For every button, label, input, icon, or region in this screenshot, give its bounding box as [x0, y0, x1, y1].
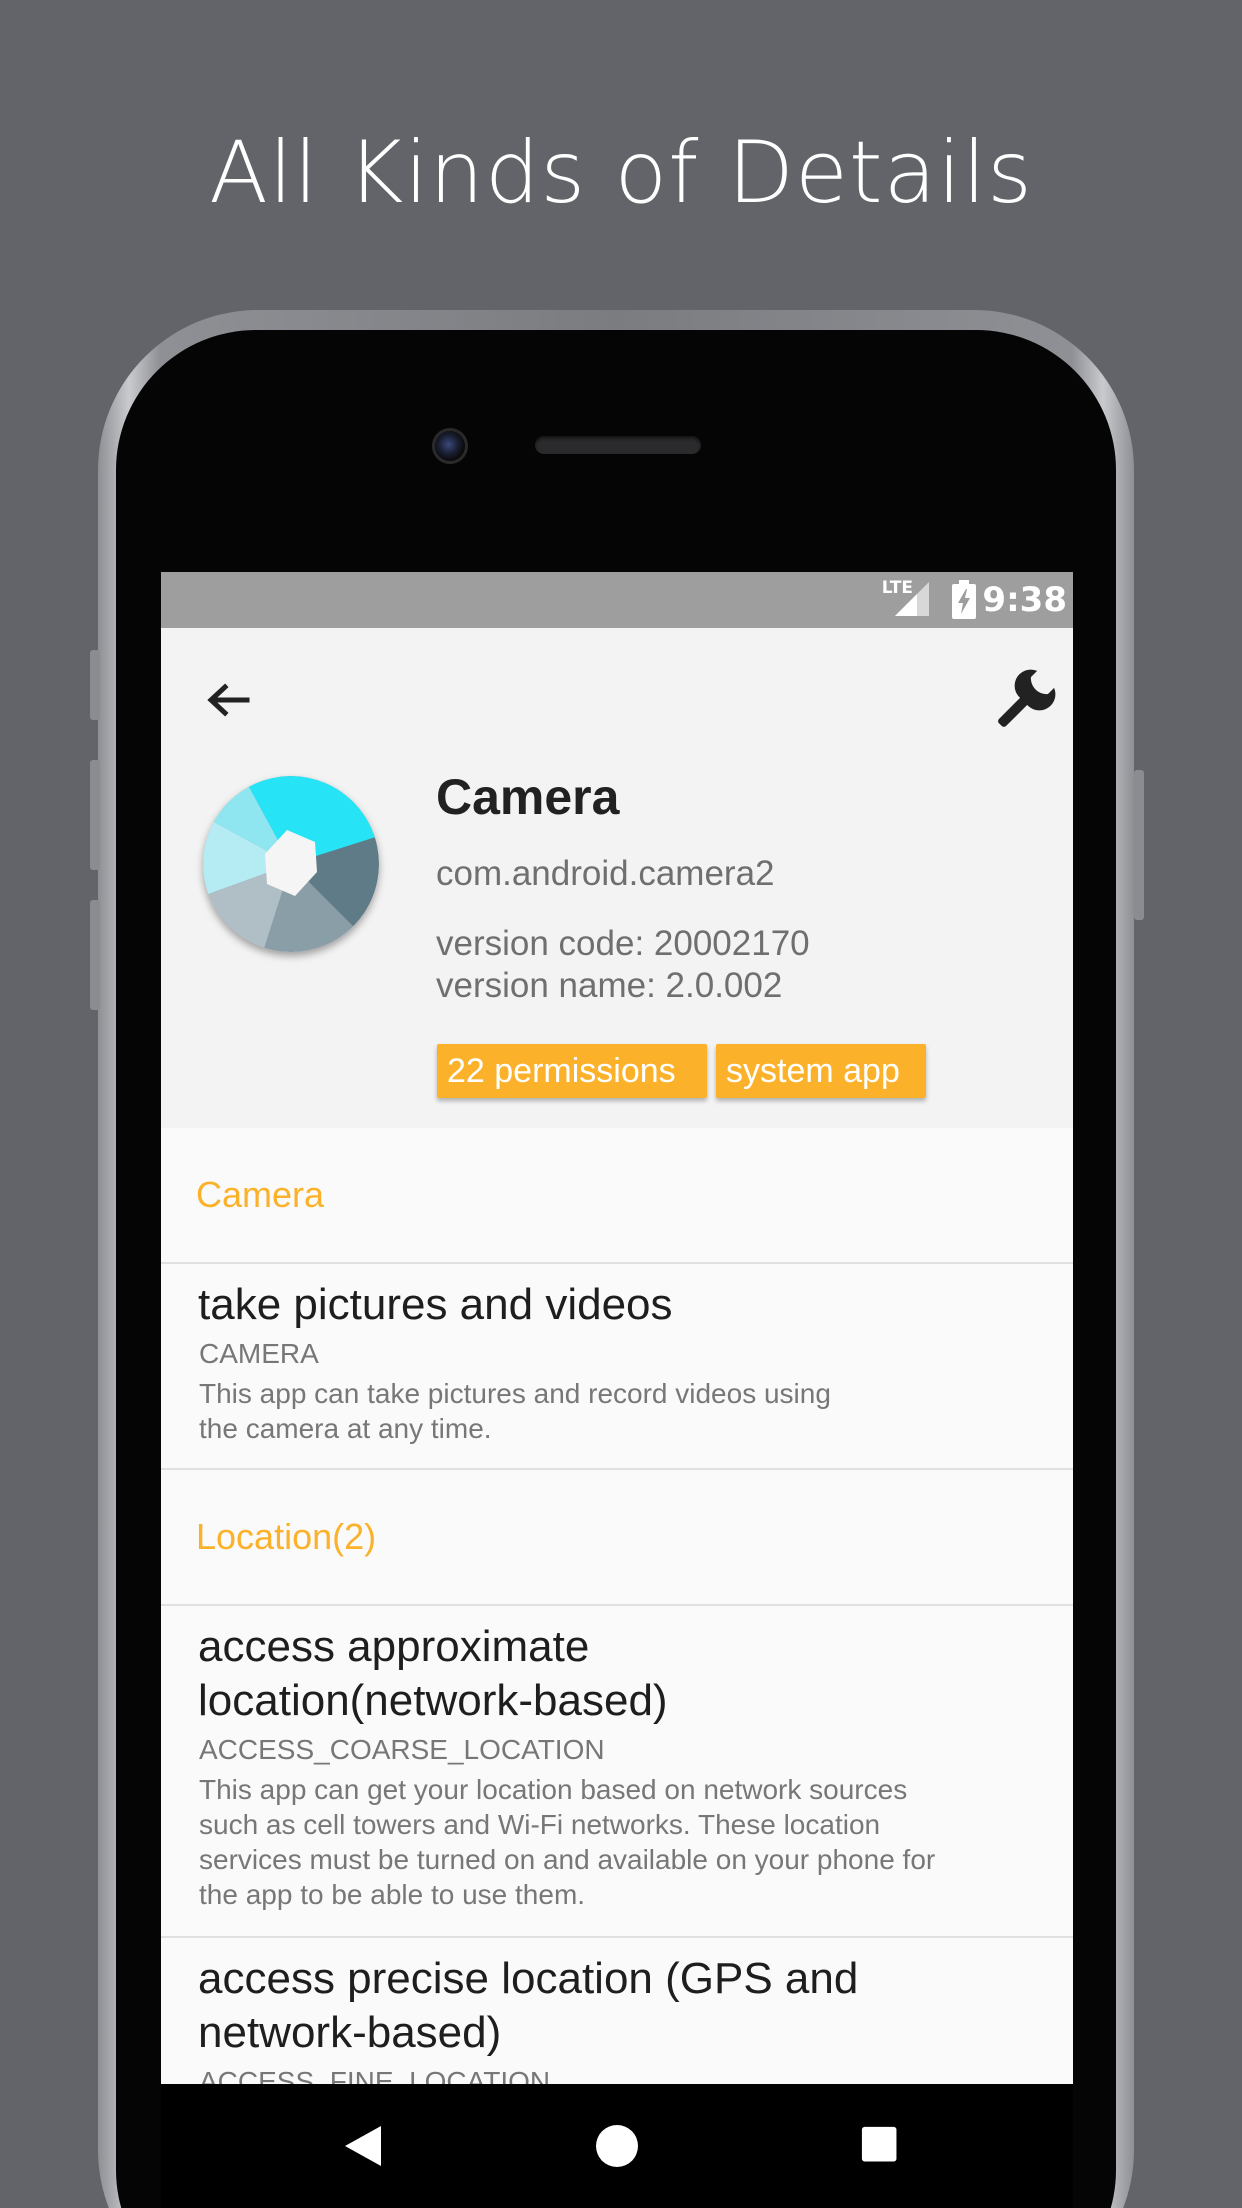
permission-title: access approximate location(network-base… [198, 1620, 1038, 1728]
description-line: the app to be able to use them. [199, 1879, 586, 1910]
phone-side-button [90, 900, 100, 1010]
version-name: version name: 2.0.002 [436, 966, 783, 1005]
app-name: Camera [436, 769, 620, 825]
permission-description: This app can get your location based on … [199, 1772, 935, 1912]
nav-recents-icon[interactable] [861, 2126, 901, 2166]
system-app-chip[interactable]: system app [716, 1044, 926, 1098]
phone-side-button [90, 760, 100, 870]
permission-title: take pictures and videos [198, 1280, 673, 1329]
description-line: services must be turned on and available… [199, 1844, 936, 1875]
permission-constant: CAMERA [199, 1338, 319, 1369]
app-screen: LTE 9:38 Camera com.android.camera2 vers… [161, 572, 1073, 2084]
nav-back-icon[interactable] [341, 2124, 385, 2168]
description-line: the camera at any time. [199, 1413, 492, 1444]
phone-side-button [1134, 770, 1144, 920]
signal-icon [895, 582, 929, 616]
camera-aperture-icon [203, 776, 379, 952]
section-title: Camera [196, 1174, 325, 1215]
permissions-count-chip[interactable]: 22 permissions [437, 1044, 707, 1098]
wrench-icon[interactable] [987, 666, 1059, 738]
description-line: This app can take pictures and record vi… [199, 1378, 831, 1409]
version-code: version code: 20002170 [436, 924, 810, 963]
section-header-camera: Camera [161, 1128, 1073, 1264]
section-header-location: Location(2) [161, 1470, 1073, 1606]
permission-title: access precise location (GPS and network… [198, 1952, 1038, 2060]
title-line: access precise location (GPS and [198, 1954, 859, 2003]
description-line: such as cell towers and Wi-Fi networks. … [199, 1809, 881, 1840]
phone-side-button [90, 650, 100, 720]
permission-description: This app can take pictures and record vi… [199, 1376, 831, 1446]
status-bar: LTE 9:38 [161, 572, 1073, 628]
nav-home-icon[interactable] [595, 2124, 639, 2168]
permission-item-camera[interactable]: take pictures and videos CAMERA This app… [161, 1264, 1073, 1470]
description-line: This app can get your location based on … [199, 1774, 908, 1805]
permission-constant: ACCESS_FINE_LOCATION [199, 2066, 551, 2084]
promo-title: All Kinds of Details [209, 123, 1033, 223]
title-line: network-based) [198, 2008, 502, 2057]
permission-item-coarse-location[interactable]: access approximate location(network-base… [161, 1606, 1073, 1938]
title-line: location(network-based) [198, 1676, 668, 1725]
battery-charging-icon [952, 580, 976, 619]
permission-constant: ACCESS_COARSE_LOCATION [199, 1734, 605, 1765]
promo-screenshot: All Kinds of Details LTE 9:38 Camera com… [0, 0, 1242, 2208]
permission-item-fine-location[interactable]: access precise location (GPS and network… [161, 1938, 1073, 2084]
status-time: 9:38 [982, 580, 1067, 620]
front-camera-icon [432, 428, 468, 464]
package-name: com.android.camera2 [436, 854, 775, 893]
navigation-bar [161, 2084, 1073, 2208]
earpiece-speaker [535, 436, 701, 454]
section-title: Location(2) [196, 1516, 377, 1557]
arrow-back-icon[interactable] [197, 672, 257, 732]
title-line: access approximate [198, 1622, 590, 1671]
